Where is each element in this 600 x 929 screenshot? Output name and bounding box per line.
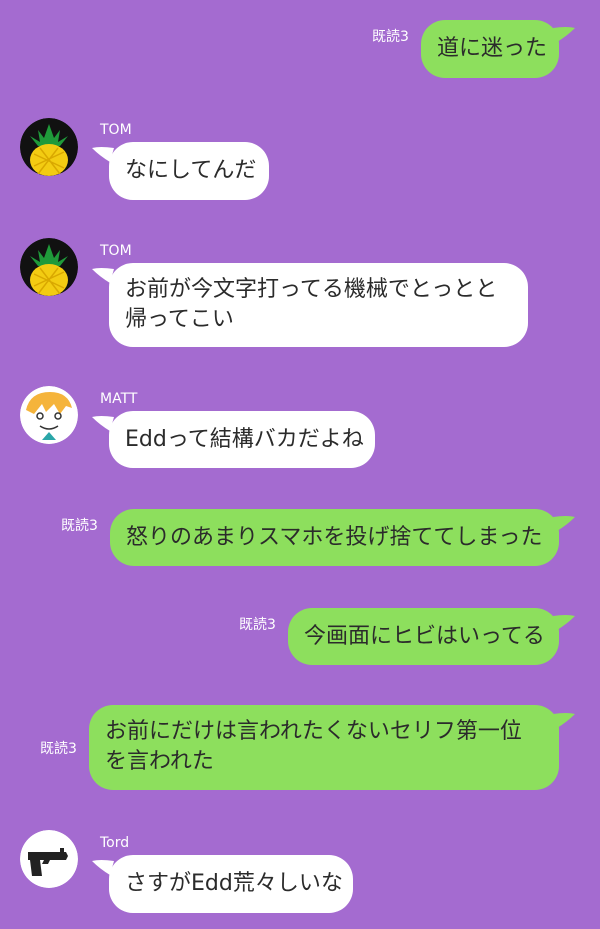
message-incoming: Tord さすがEdd荒々しいな: [0, 815, 600, 929]
pineapple-avatar[interactable]: [20, 118, 78, 176]
bubble-tail: [553, 516, 575, 531]
message-bubble[interactable]: 怒りのあまりスマホを投げ捨ててしまった: [110, 509, 559, 566]
message-text: さすがEdd荒々しいな: [125, 871, 343, 896]
pineapple-avatar[interactable]: [20, 238, 78, 296]
sender-name: TOM: [100, 122, 132, 138]
chat-timeline[interactable]: 既読3 道に迷った TOM なにしてんだ TOM お前が今文字打ってる機械でとっ…: [0, 0, 600, 929]
sender-name: TOM: [100, 243, 132, 259]
pistol-icon: [20, 830, 78, 888]
message-text: お前にだけは言われたくないセリフ第一位を言われた: [105, 719, 522, 774]
message-outgoing: 既読3 道に迷った: [0, 0, 600, 90]
message-outgoing: 既読3 お前にだけは言われたくないセリフ第一位を言われた: [0, 700, 600, 800]
message-text: お前が今文字打ってる機械でとっとと帰ってこい: [125, 277, 498, 332]
sender-name: MATT: [100, 391, 138, 407]
pineapple-icon: [20, 118, 78, 176]
message-bubble[interactable]: お前が今文字打ってる機械でとっとと帰ってこい: [109, 263, 528, 347]
bubble-tail: [553, 615, 575, 630]
message-text: Eddって結構バカだよね: [125, 427, 364, 452]
message-bubble[interactable]: Eddって結構バカだよね: [109, 411, 375, 468]
message-bubble[interactable]: 今画面にヒビはいってる: [288, 608, 559, 665]
sender-name: Tord: [100, 835, 130, 851]
matt-face-icon: [20, 386, 78, 444]
read-receipt: 既読3: [61, 518, 98, 534]
matt-face-avatar[interactable]: [20, 386, 78, 444]
message-outgoing: 既読3 怒りのあまりスマホを投げ捨ててしまった: [0, 500, 600, 580]
message-incoming: TOM なにしてんだ: [0, 100, 600, 210]
bubble-tail: [553, 27, 575, 42]
message-bubble[interactable]: 道に迷った: [421, 20, 559, 78]
message-incoming: MATT Eddって結構バカだよね: [0, 370, 600, 480]
message-bubble[interactable]: さすがEdd荒々しいな: [109, 855, 353, 913]
message-incoming: TOM お前が今文字打ってる機械でとっとと帰ってこい: [0, 220, 600, 350]
read-receipt: 既読3: [239, 617, 276, 633]
message-outgoing: 既読3 今画面にヒビはいってる: [0, 600, 600, 680]
pistol-avatar[interactable]: [20, 830, 78, 888]
message-text: 道に迷った: [437, 36, 548, 61]
read-receipt: 既読3: [40, 741, 77, 757]
message-text: 今画面にヒビはいってる: [304, 624, 545, 649]
message-text: なにしてんだ: [125, 158, 257, 183]
read-receipt: 既読3: [372, 29, 409, 45]
pineapple-icon: [20, 238, 78, 296]
message-text: 怒りのあまりスマホを投げ捨ててしまった: [126, 525, 543, 550]
bubble-tail: [553, 713, 575, 728]
message-bubble[interactable]: お前にだけは言われたくないセリフ第一位を言われた: [89, 705, 559, 790]
message-bubble[interactable]: なにしてんだ: [109, 142, 269, 200]
